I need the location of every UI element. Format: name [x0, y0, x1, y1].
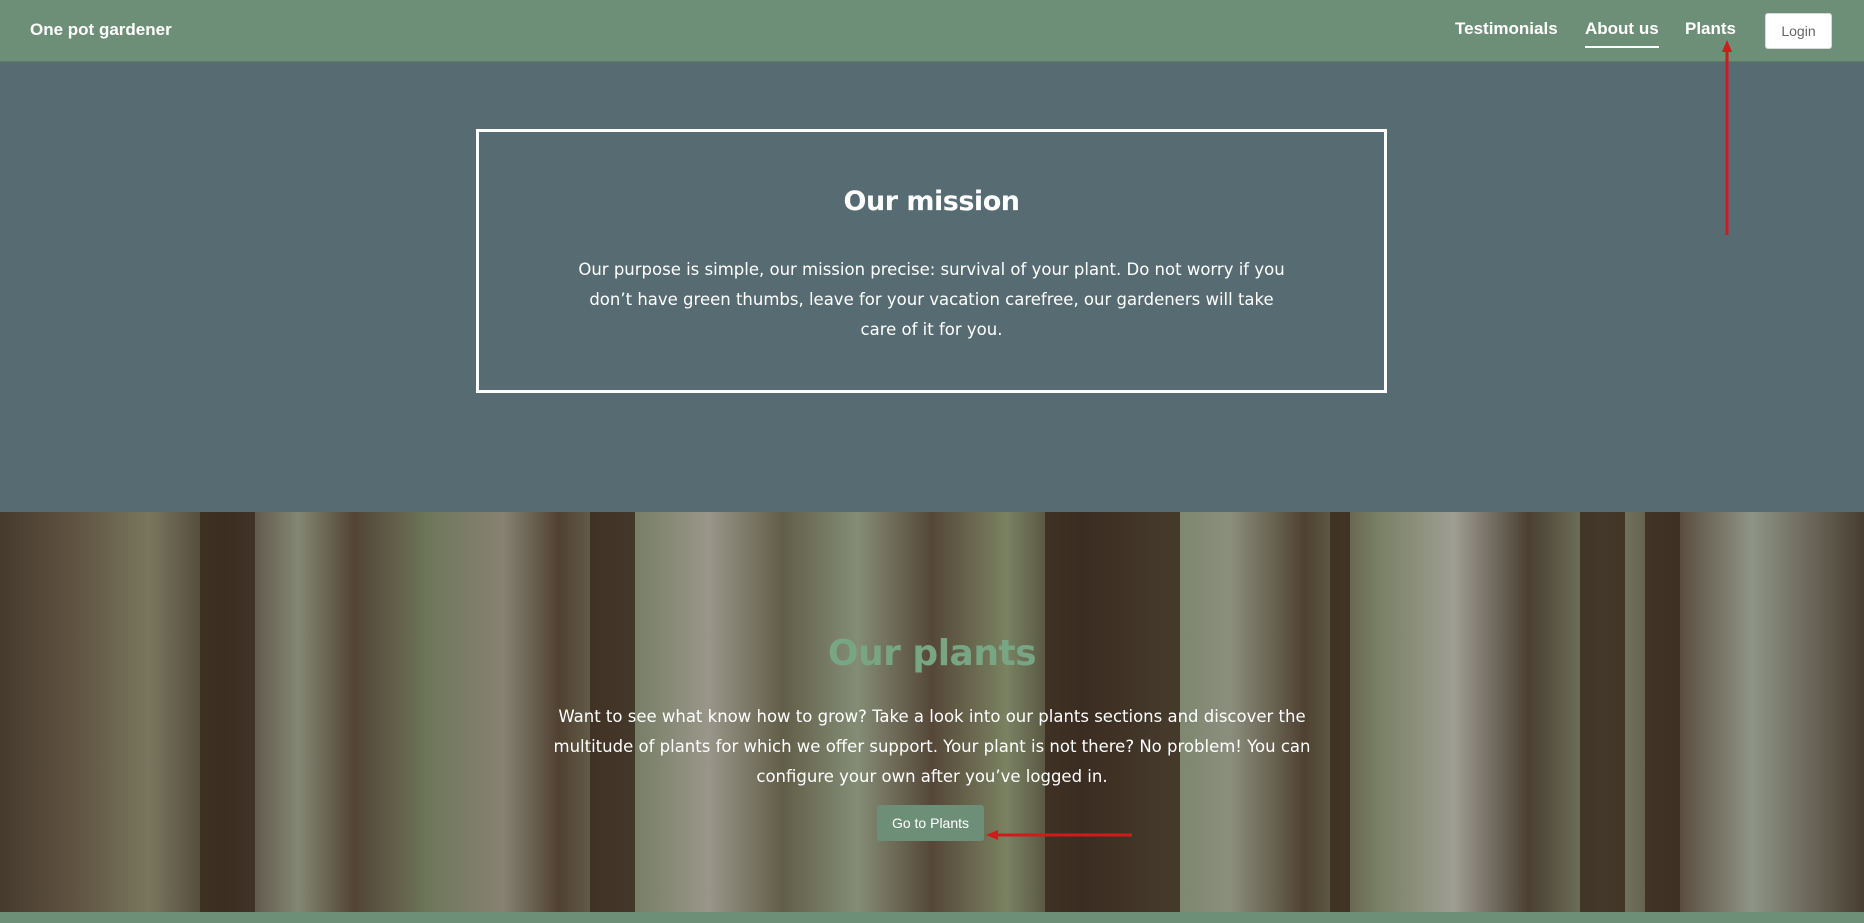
footer-strip — [0, 912, 1864, 923]
nav-link-testimonials[interactable]: Testimonials — [1455, 19, 1558, 39]
plants-section: Our plants Want to see what know how to … — [0, 512, 1864, 912]
go-to-plants-button[interactable]: Go to Plants — [877, 805, 984, 841]
navbar: One pot gardener Testimonials About us P… — [0, 0, 1864, 62]
mission-box: Our mission Our purpose is simple, our m… — [476, 129, 1387, 393]
nav-link-plants[interactable]: Plants — [1685, 19, 1736, 39]
tree-trunk-decoration — [1330, 512, 1350, 912]
nav-link-about-us[interactable]: About us — [1585, 19, 1659, 48]
mission-title: Our mission — [843, 186, 1020, 217]
mission-text: Our purpose is simple, our mission preci… — [578, 260, 1285, 339]
login-button[interactable]: Login — [1765, 13, 1832, 49]
plants-text: Want to see what know how to grow? Take … — [553, 707, 1311, 786]
tree-trunk-decoration — [1580, 512, 1625, 912]
mission-section: Our mission Our purpose is simple, our m… — [0, 63, 1864, 512]
plants-title: Our plants — [827, 633, 1037, 674]
brand-logo[interactable]: One pot gardener — [30, 20, 172, 40]
tree-trunk-decoration — [200, 512, 255, 912]
tree-trunk-decoration — [1645, 512, 1680, 912]
